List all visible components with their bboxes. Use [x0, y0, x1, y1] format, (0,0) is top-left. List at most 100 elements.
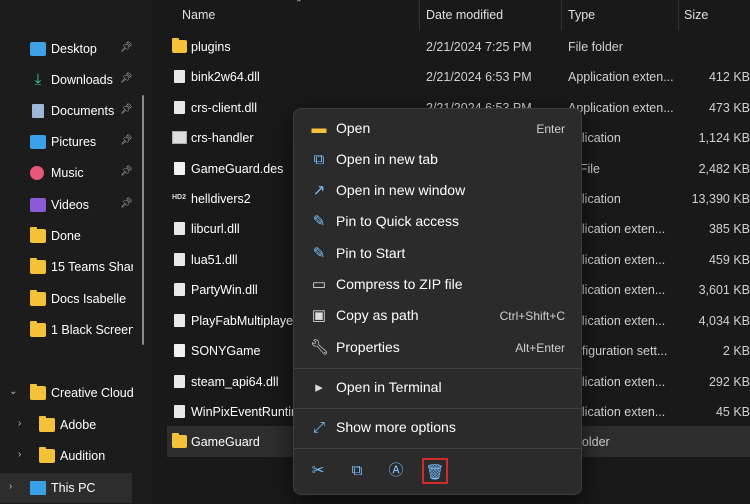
file-size: 459 KB [708, 253, 750, 267]
game-icon: HD2 [172, 194, 187, 201]
pin-icon: 📌︎ [120, 73, 133, 84]
column-header-size[interactable]: Size [684, 8, 708, 22]
menu-divider [294, 448, 581, 449]
pin-icon: 📌︎ [120, 104, 133, 115]
file-size: 2,482 KB [698, 162, 750, 176]
sidebar-item-label: Documents [51, 104, 115, 118]
file-name: libcurl.dll [191, 222, 240, 236]
menu-item-copy-as-path[interactable]: ▣ Copy as path Ctrl+Shift+C [298, 301, 577, 331]
sidebar-item-label: Pictures [51, 135, 97, 149]
file-type: pplication exten... [568, 222, 666, 236]
tree-item-audition[interactable]: › Audition [0, 441, 140, 471]
file-size: 3,601 KB [698, 283, 750, 297]
sidebar-item-label: Downloads [51, 73, 113, 87]
new-tab-icon: ⧉ [313, 151, 325, 168]
documents-icon [32, 104, 44, 118]
open-folder-icon: ▬ [311, 120, 327, 137]
desktop-icon [30, 42, 46, 56]
pin-icon: 📌︎ [120, 42, 133, 53]
sidebar-item-documents[interactable]: Documents 📌︎ [0, 96, 140, 126]
copy-path-icon: ▣ [311, 307, 327, 324]
download-icon: ⤓ [34, 71, 42, 88]
dll-icon [174, 222, 185, 235]
menu-divider [294, 408, 581, 409]
menu-item-shortcut: Alt+Enter [515, 341, 565, 355]
file-type: pplication exten... [568, 375, 666, 389]
menu-item-compress-to-zip[interactable]: ▭ Compress to ZIP file [298, 270, 577, 300]
menu-item-label: Open in new tab [336, 151, 438, 167]
wrench-icon: 🔧︎ [310, 339, 330, 356]
file-type: pplication exten... [568, 283, 666, 297]
column-header-name[interactable]: Name [182, 8, 215, 22]
sidebar-scrollbar[interactable] [142, 95, 144, 345]
menu-divider [294, 368, 581, 369]
pin-icon: 📌︎ [120, 198, 133, 209]
copy-icon[interactable]: ⧉ [344, 458, 370, 484]
file-size: 292 KB [708, 375, 750, 389]
sidebar-item-pictures[interactable]: Pictures 📌︎ [0, 127, 140, 157]
sidebar-item-downloads[interactable]: ⤓ Downloads 📌︎ [0, 65, 140, 95]
cut-icon[interactable]: ✂ [305, 458, 331, 484]
folder-icon [30, 290, 46, 306]
file-type: Application exten... [568, 101, 674, 115]
navigation-pane: Desktop 📌︎ ⤓ Downloads 📌︎ Documents 📌︎ P… [0, 0, 152, 504]
zip-icon: ▭ [311, 276, 327, 293]
sidebar-item-desktop[interactable]: Desktop 📌︎ [0, 34, 140, 64]
delete-icon[interactable]: 🗑︎ [422, 458, 448, 484]
file-name: GameGuard.des [191, 162, 284, 176]
file-size: 2 KB [722, 344, 750, 358]
sidebar-item-videos[interactable]: Videos 📌︎ [0, 190, 140, 220]
menu-item-shortcut: Enter [536, 122, 565, 136]
pictures-icon [30, 135, 46, 149]
menu-item-shortcut: Ctrl+Shift+C [499, 309, 565, 323]
dll-icon [174, 405, 185, 418]
menu-item-label: Copy as path [336, 307, 419, 323]
folder-icon [30, 227, 46, 243]
file-name: PartyWin.dll [191, 283, 258, 297]
folder-icon [39, 447, 55, 463]
tree-item-this-pc[interactable]: › This PC [0, 473, 132, 503]
sidebar-item-label: Desktop [51, 42, 97, 56]
menu-item-open-in-new-window[interactable]: ↗ Open in new window [298, 176, 577, 206]
rename-icon[interactable]: Ⓐ [383, 458, 409, 484]
menu-item-properties[interactable]: 🔧︎ Properties Alt+Enter [298, 333, 577, 363]
tree-item-creative-cloud[interactable]: ⌄ Creative Cloud F [0, 378, 140, 408]
menu-item-show-more-options[interactable]: ⤢ Show more options [298, 413, 577, 443]
chevron-right-icon[interactable]: › [9, 481, 12, 492]
file-row[interactable]: bink2w64.dll 2/21/2024 6:53 PM Applicati… [167, 61, 750, 92]
menu-item-open-in-new-tab[interactable]: ⧉ Open in new tab [298, 145, 577, 175]
file-size: 473 KB [708, 101, 750, 115]
file-size: 385 KB [708, 222, 750, 236]
new-window-icon: ↗ [312, 182, 326, 199]
sidebar-item-done[interactable]: Done [0, 221, 140, 251]
menu-item-label: Show more options [336, 419, 456, 435]
sidebar-item-1-black-screen[interactable]: 1 Black Screen [0, 315, 140, 345]
file-name: crs-handler [191, 131, 254, 145]
tree-item-adobe[interactable]: › Adobe [0, 410, 140, 440]
menu-item-open[interactable]: ▬ Open Enter [298, 114, 577, 144]
exe-icon [172, 131, 187, 144]
chevron-down-icon[interactable]: ⌄ [9, 386, 17, 397]
tree-item-label: Creative Cloud F [51, 386, 133, 400]
file-name: PlayFabMultiplayerW [191, 314, 310, 328]
menu-item-open-in-terminal[interactable]: ▸ Open in Terminal [298, 373, 577, 403]
menu-item-label: Pin to Quick access [336, 213, 459, 229]
column-header-type[interactable]: Type [568, 8, 595, 22]
folder-icon [30, 321, 46, 337]
menu-item-pin-to-start[interactable]: ✎ Pin to Start [298, 239, 577, 269]
file-size: 1,124 KB [698, 131, 750, 145]
file-row[interactable]: plugins 2/21/2024 7:25 PM File folder [167, 31, 750, 62]
terminal-icon: ▸ [315, 379, 323, 396]
sidebar-item-15-teams-share[interactable]: 15 Teams Share T [0, 252, 140, 282]
computer-icon [30, 481, 46, 495]
sidebar-item-docs-isabelle[interactable]: Docs Isabelle [0, 284, 140, 314]
menu-item-pin-to-quick-access[interactable]: ✎ Pin to Quick access [298, 207, 577, 237]
chevron-right-icon[interactable]: › [18, 418, 21, 429]
file-type: onfiguration sett... [568, 344, 668, 358]
sidebar-item-music[interactable]: Music 📌︎ [0, 158, 140, 188]
dll-icon [174, 70, 185, 83]
chevron-right-icon[interactable]: › [18, 449, 21, 460]
file-name: WinPixEventRuntim [191, 405, 302, 419]
column-header-row: Name ⌃ Date modified Type Size [152, 0, 750, 30]
column-header-date[interactable]: Date modified [426, 8, 503, 22]
